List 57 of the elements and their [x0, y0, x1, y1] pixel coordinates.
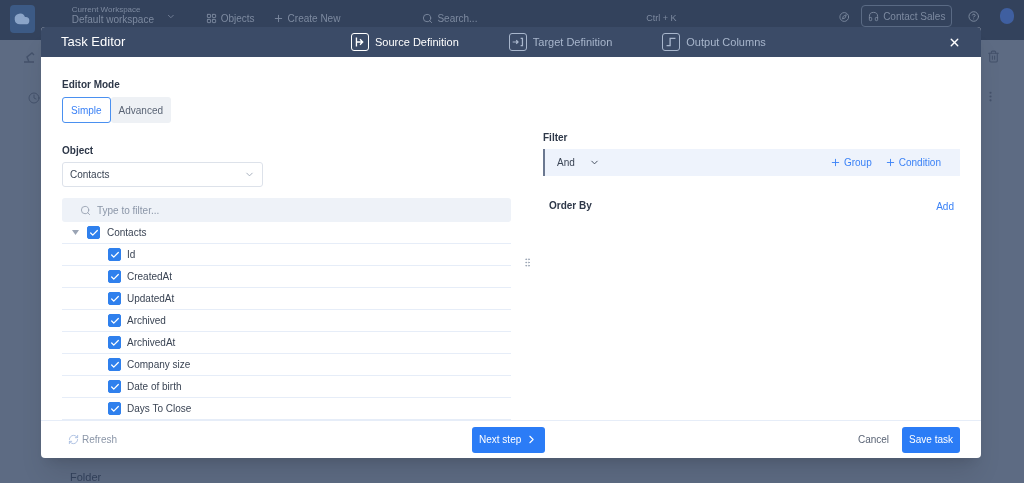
- plus-icon: [272, 13, 284, 24]
- tree-item[interactable]: Archived: [127, 313, 166, 328]
- clock-icon: [28, 92, 40, 104]
- order-by-label: Order By: [549, 198, 592, 213]
- plus-icon: [829, 157, 841, 168]
- workspace-label: Current Workspace: [71, 5, 142, 15]
- refresh-button[interactable]: Refresh: [68, 432, 117, 447]
- workspace-name[interactable]: Default workspace: [71, 15, 154, 25]
- step-tab[interactable]: Output Columns: [662, 33, 766, 51]
- search-icon: [80, 204, 91, 216]
- add-condition-button[interactable]: Condition: [884, 155, 941, 170]
- step-tab[interactable]: Target Definition: [508, 33, 613, 51]
- dialog-title: Task Editor: [61, 33, 127, 52]
- tree-item[interactable]: CreatedAt: [127, 269, 173, 284]
- search-field[interactable]: Search...: [437, 11, 478, 26]
- help-icon[interactable]: [968, 10, 980, 23]
- checkbox[interactable]: [108, 380, 121, 393]
- tree-item[interactable]: UpdatedAt: [127, 291, 175, 306]
- add-link[interactable]: Add: [936, 199, 954, 214]
- checkbox[interactable]: [108, 270, 121, 283]
- search-icon: [422, 13, 434, 24]
- checkbox[interactable]: [108, 292, 121, 305]
- objects-link[interactable]: Objects: [220, 11, 255, 26]
- checkbox[interactable]: [108, 314, 121, 327]
- headset-icon: [868, 10, 880, 22]
- cancel-button[interactable]: Cancel: [857, 432, 890, 447]
- tree-item[interactable]: Contacts: [107, 225, 147, 240]
- expand-caret-icon[interactable]: [72, 230, 80, 235]
- mode-toggle[interactable]: Advanced: [110, 97, 172, 123]
- compass-icon[interactable]: [838, 11, 850, 23]
- create-new-link[interactable]: Create New: [287, 11, 341, 26]
- filter-label: Filter: [543, 131, 569, 145]
- save-task-button[interactable]: Save task: [902, 426, 960, 453]
- checkbox[interactable]: [108, 248, 121, 261]
- grid-icon: [205, 13, 217, 24]
- checkbox[interactable]: [87, 226, 100, 239]
- tree-item[interactable]: Company size: [127, 357, 191, 372]
- tree-item[interactable]: Date of birth: [127, 379, 182, 394]
- checkbox[interactable]: [108, 402, 121, 415]
- plus-icon: [884, 157, 896, 168]
- checkbox[interactable]: [108, 358, 121, 371]
- operator-select[interactable]: And: [557, 155, 600, 170]
- editor-mode-label: Editor Mode: [62, 78, 121, 92]
- object-select[interactable]: Contacts: [62, 162, 263, 188]
- tree-item[interactable]: Days To Close: [127, 401, 192, 416]
- step-tab[interactable]: Source Definition: [351, 33, 459, 51]
- refresh-icon: [68, 434, 79, 445]
- object-label: Object: [62, 144, 95, 158]
- next-step-button[interactable]: Next step: [472, 426, 546, 453]
- mode-toggle[interactable]: Simple: [62, 97, 111, 123]
- logo[interactable]: [10, 5, 35, 33]
- tree-item[interactable]: ArchivedAt: [127, 335, 176, 350]
- add-group-button[interactable]: Group: [829, 155, 872, 170]
- checkbox[interactable]: [108, 336, 121, 349]
- shortcut-hint: Ctrl + K: [646, 12, 677, 25]
- filter-field[interactable]: Type to filter...: [62, 198, 511, 222]
- tree-item[interactable]: Id: [127, 247, 136, 262]
